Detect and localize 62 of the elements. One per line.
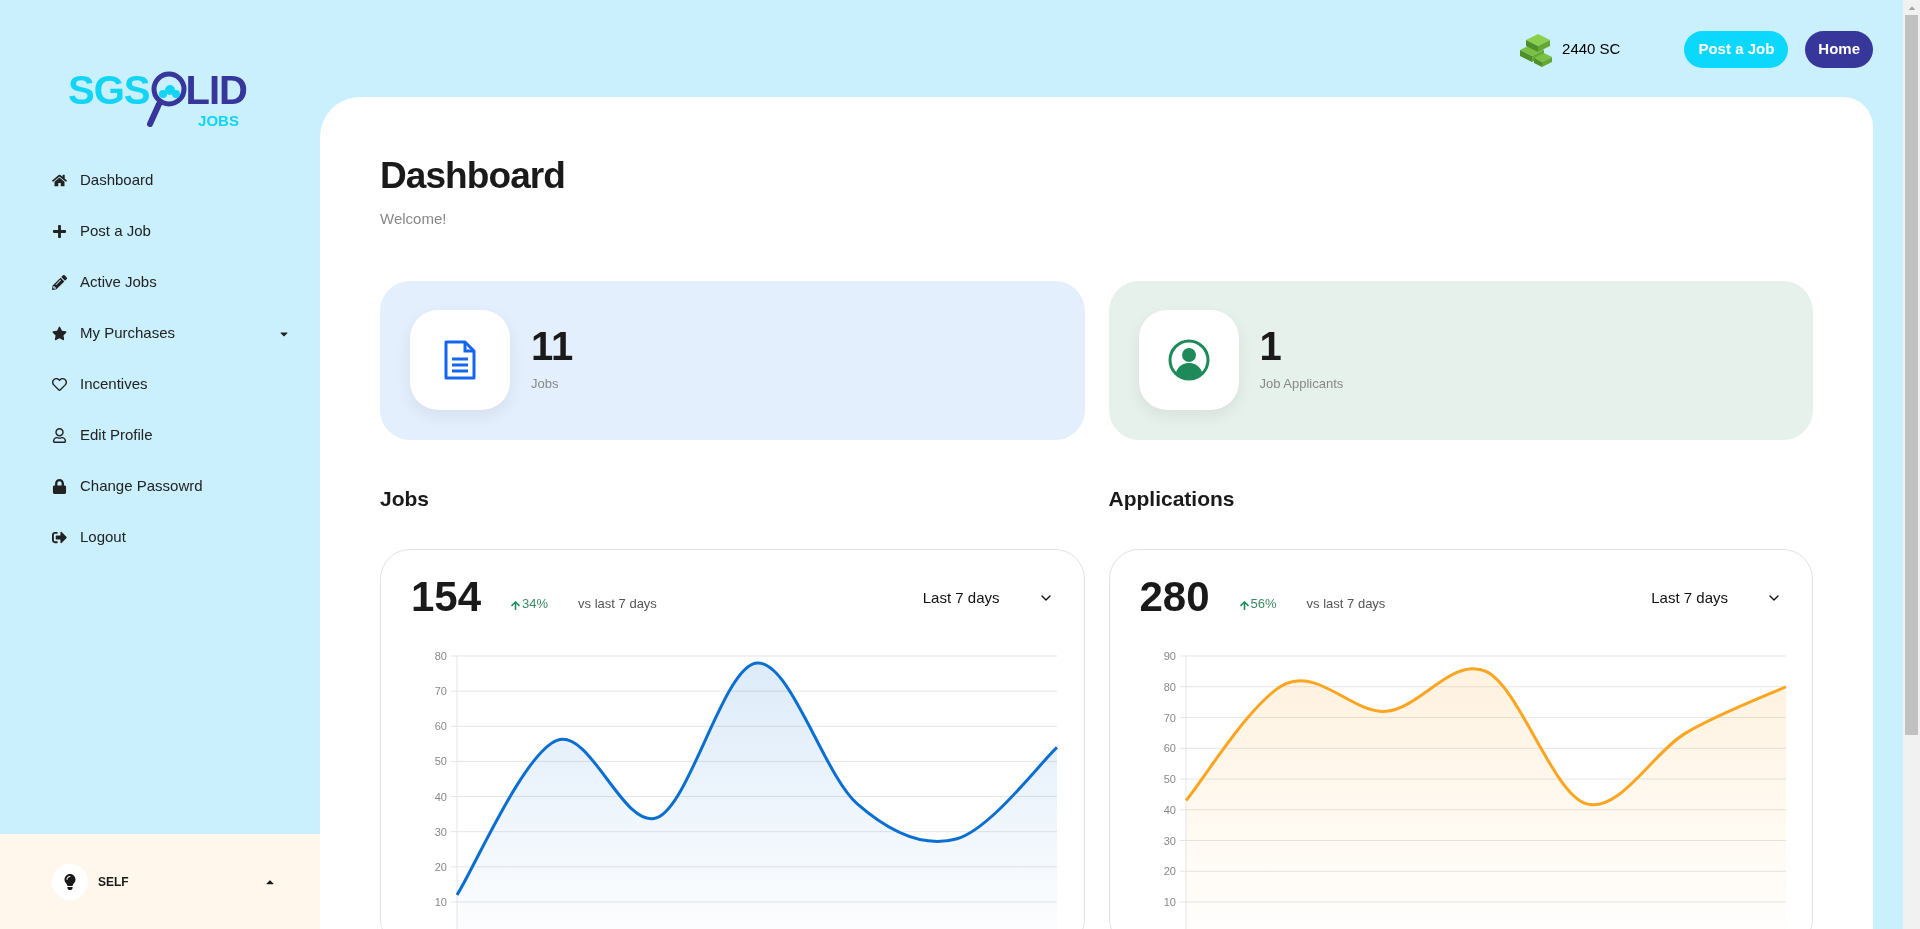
sidebar-item[interactable]: Dashboard — [52, 155, 290, 206]
axis-tick-label: 70 — [434, 684, 447, 697]
axis-tick-label: 20 — [1163, 864, 1176, 877]
scrollbar-thumb[interactable] — [1905, 15, 1918, 735]
axis-tick-label: 40 — [434, 790, 447, 803]
section-title: Jobs — [380, 487, 430, 509]
total-value: 280 — [1139, 575, 1210, 618]
sidebar-item[interactable]: Edit Profile — [52, 410, 290, 461]
stat-label: Jobs — [531, 375, 560, 394]
axis-tick-label: 50 — [434, 754, 447, 767]
plus-icon — [52, 224, 67, 239]
page-title: Dashboard — [380, 157, 566, 194]
account-name: SELF — [98, 873, 129, 891]
axis-tick-label: 50 — [1163, 772, 1176, 785]
period-dropdown[interactable]: Last 7 days — [1651, 587, 1782, 610]
lock-icon — [52, 479, 67, 494]
sidebar-item[interactable]: Incentives — [52, 359, 290, 410]
bulb-avatar-icon — [52, 863, 88, 900]
change-percent: 56% — [1250, 595, 1277, 613]
change-percent: 34% — [522, 595, 549, 613]
heart-icon — [52, 377, 67, 392]
user-icon — [52, 428, 67, 443]
axis-tick-label: 60 — [434, 719, 447, 732]
credits-balance: 2440 SC — [1562, 39, 1621, 60]
axis-tick-label: 30 — [1163, 834, 1176, 846]
home-button[interactable]: Home — [1805, 31, 1873, 68]
pencil-icon — [52, 275, 67, 290]
sidebar-item[interactable]: Active Jobs — [52, 257, 290, 308]
page-subtitle: Welcome! — [380, 209, 448, 229]
axis-tick-label: 80 — [1163, 680, 1176, 693]
up-arrow-icon — [511, 598, 521, 612]
sidebar-item[interactable]: Change Passowrd — [52, 461, 290, 512]
axis-tick-label: 60 — [1163, 741, 1176, 754]
axis-tick-label: 10 — [1163, 895, 1176, 908]
logo-text: SGS — [68, 70, 150, 110]
logout-icon — [52, 530, 67, 545]
user-circle-icon — [1167, 339, 1210, 381]
comparison-label: vs last 7 days — [1306, 595, 1386, 613]
total-value: 154 — [411, 575, 482, 618]
axis-tick-label: 30 — [434, 825, 447, 838]
axis-tick-label: 70 — [1163, 711, 1176, 723]
axis-tick-label: 10 — [434, 895, 447, 908]
scrollbar[interactable] — [1903, 0, 1920, 929]
stat-label: Job Applicants — [1259, 375, 1344, 394]
section-title: Applications — [1108, 487, 1236, 509]
logo-text: LID — [185, 70, 247, 110]
logo-subtitle: JOBS — [198, 111, 239, 131]
axis-tick-label: 80 — [434, 649, 447, 662]
home-icon — [52, 173, 67, 188]
stat-value: 1 — [1259, 326, 1283, 367]
stat-value: 11 — [531, 326, 574, 367]
document-icon — [443, 340, 477, 380]
axis-tick-label: 90 — [1163, 649, 1176, 662]
axis-tick-label: 40 — [1163, 803, 1176, 816]
star-icon — [52, 326, 67, 341]
period-dropdown[interactable]: Last 7 days — [922, 587, 1054, 610]
sidebar-item[interactable]: My Purchases — [52, 308, 290, 359]
sidebar-item[interactable]: Logout — [52, 512, 290, 563]
sidebar-item[interactable]: Post a Job — [52, 206, 290, 257]
comparison-label: vs last 7 days — [578, 595, 657, 613]
up-arrow-icon — [1239, 598, 1249, 612]
axis-tick-label: 20 — [434, 860, 447, 873]
